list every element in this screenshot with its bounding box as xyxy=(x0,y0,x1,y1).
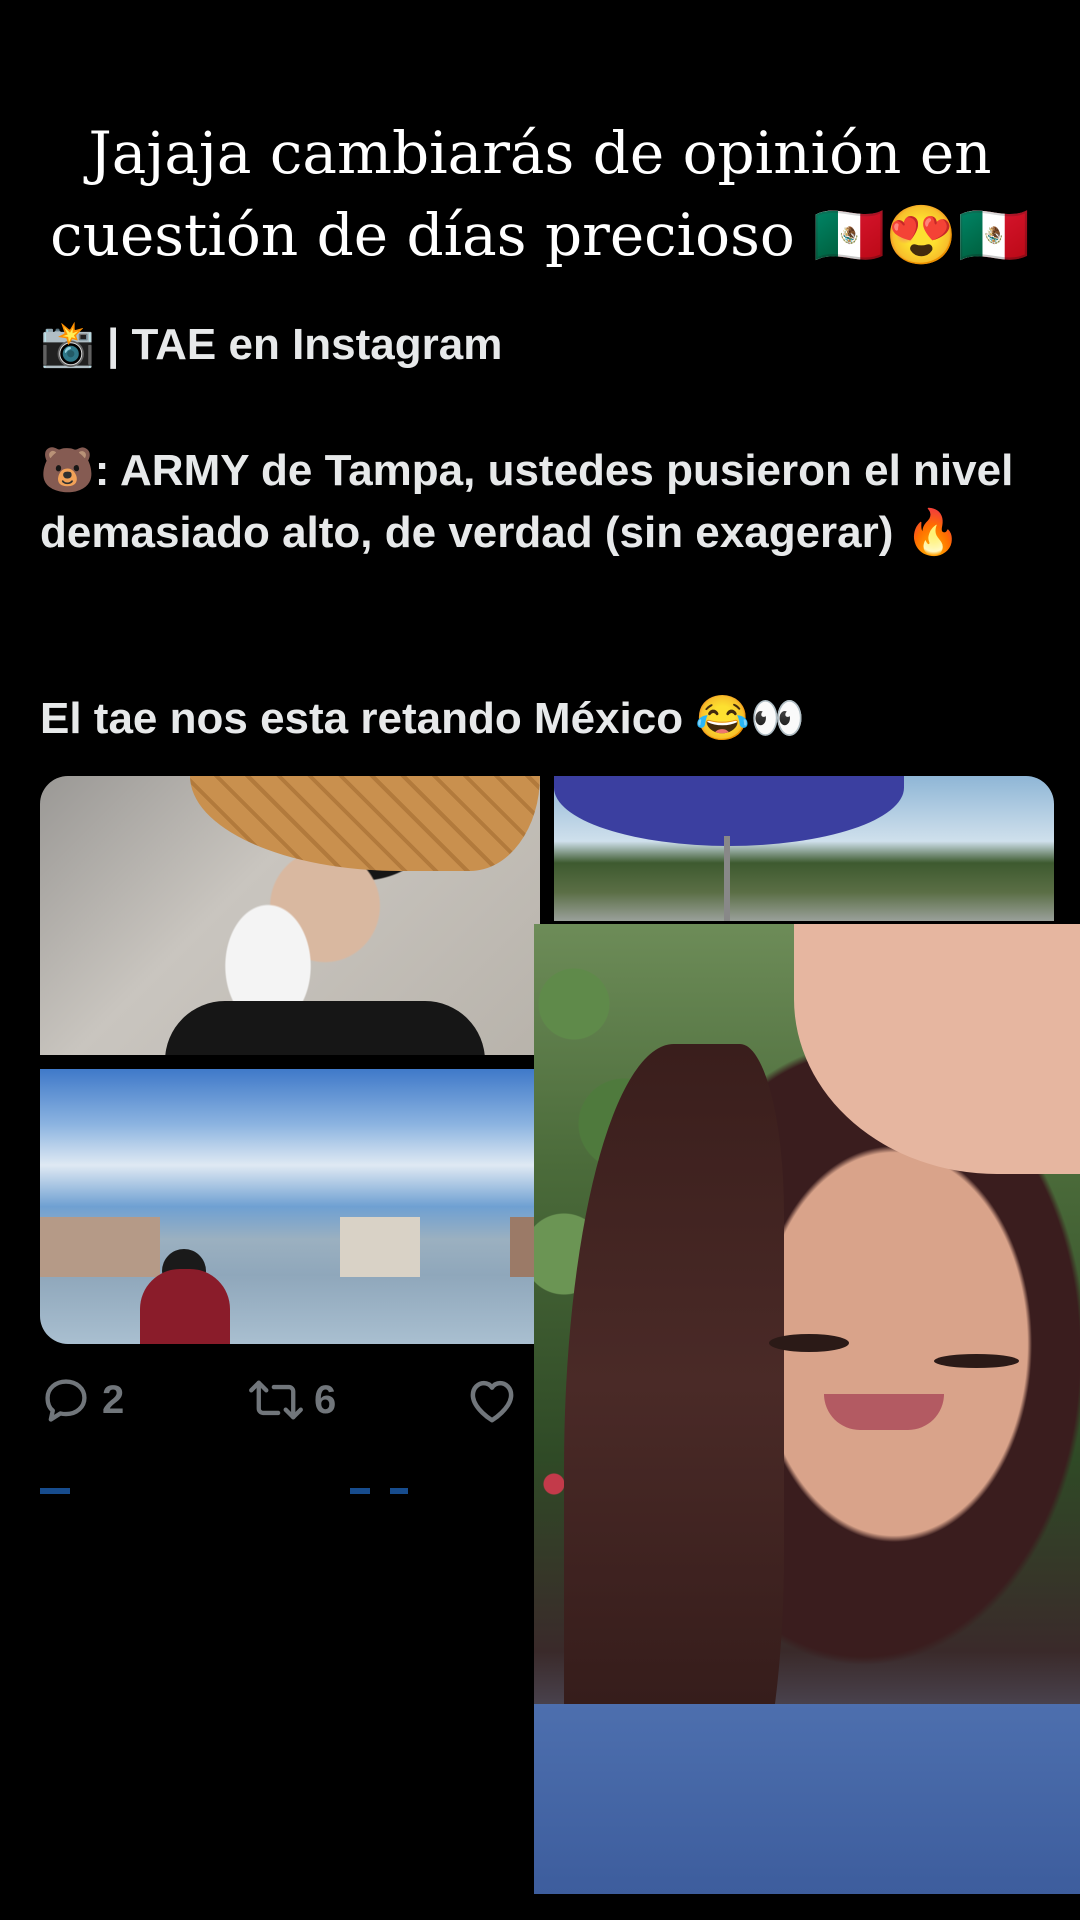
facecam-mouth xyxy=(824,1394,944,1430)
tweet-action-bar: 2 6 xyxy=(40,1370,560,1430)
facecam-eye-right xyxy=(934,1354,1019,1368)
retweet-count: 6 xyxy=(314,1377,337,1422)
reply-count: 2 xyxy=(102,1377,125,1422)
photo-ice-cream[interactable] xyxy=(40,776,540,1055)
facecam-face-upper xyxy=(794,924,1080,1174)
facecam-shirt xyxy=(534,1704,1080,1894)
photo-umbrella[interactable] xyxy=(554,776,1054,921)
photo-waterfront-buildings xyxy=(40,1217,540,1277)
photo-waterfront[interactable] xyxy=(40,1069,540,1344)
like-button[interactable] xyxy=(465,1370,519,1430)
photo-person-shirt xyxy=(165,1001,485,1055)
next-tweet-preview-fragment xyxy=(40,1488,420,1494)
heart-icon xyxy=(470,1380,514,1423)
reply-button[interactable]: 2 xyxy=(40,1370,124,1430)
retweet-button[interactable]: 6 xyxy=(248,1370,336,1430)
facecam-video-overlay xyxy=(534,924,1080,1894)
photo-cone-backdrop xyxy=(190,776,540,871)
photo-umbrella-pole xyxy=(724,836,730,921)
tweet-heading: 📸 | TAE en Instagram xyxy=(40,320,503,369)
retweet-icon xyxy=(249,1380,303,1420)
photo-person-jacket xyxy=(140,1269,230,1344)
reply-icon xyxy=(45,1379,87,1422)
facecam-eye-left xyxy=(769,1334,849,1352)
tweet-quote: 🐻: ARMY de Tampa, ustedes pusieron el ni… xyxy=(40,446,1014,557)
tweet-closing-line: El tae nos esta retando México 😂👀 xyxy=(40,694,805,743)
overlay-caption: Jajaja cambiarás de opinión en cuestión … xyxy=(50,119,1030,269)
